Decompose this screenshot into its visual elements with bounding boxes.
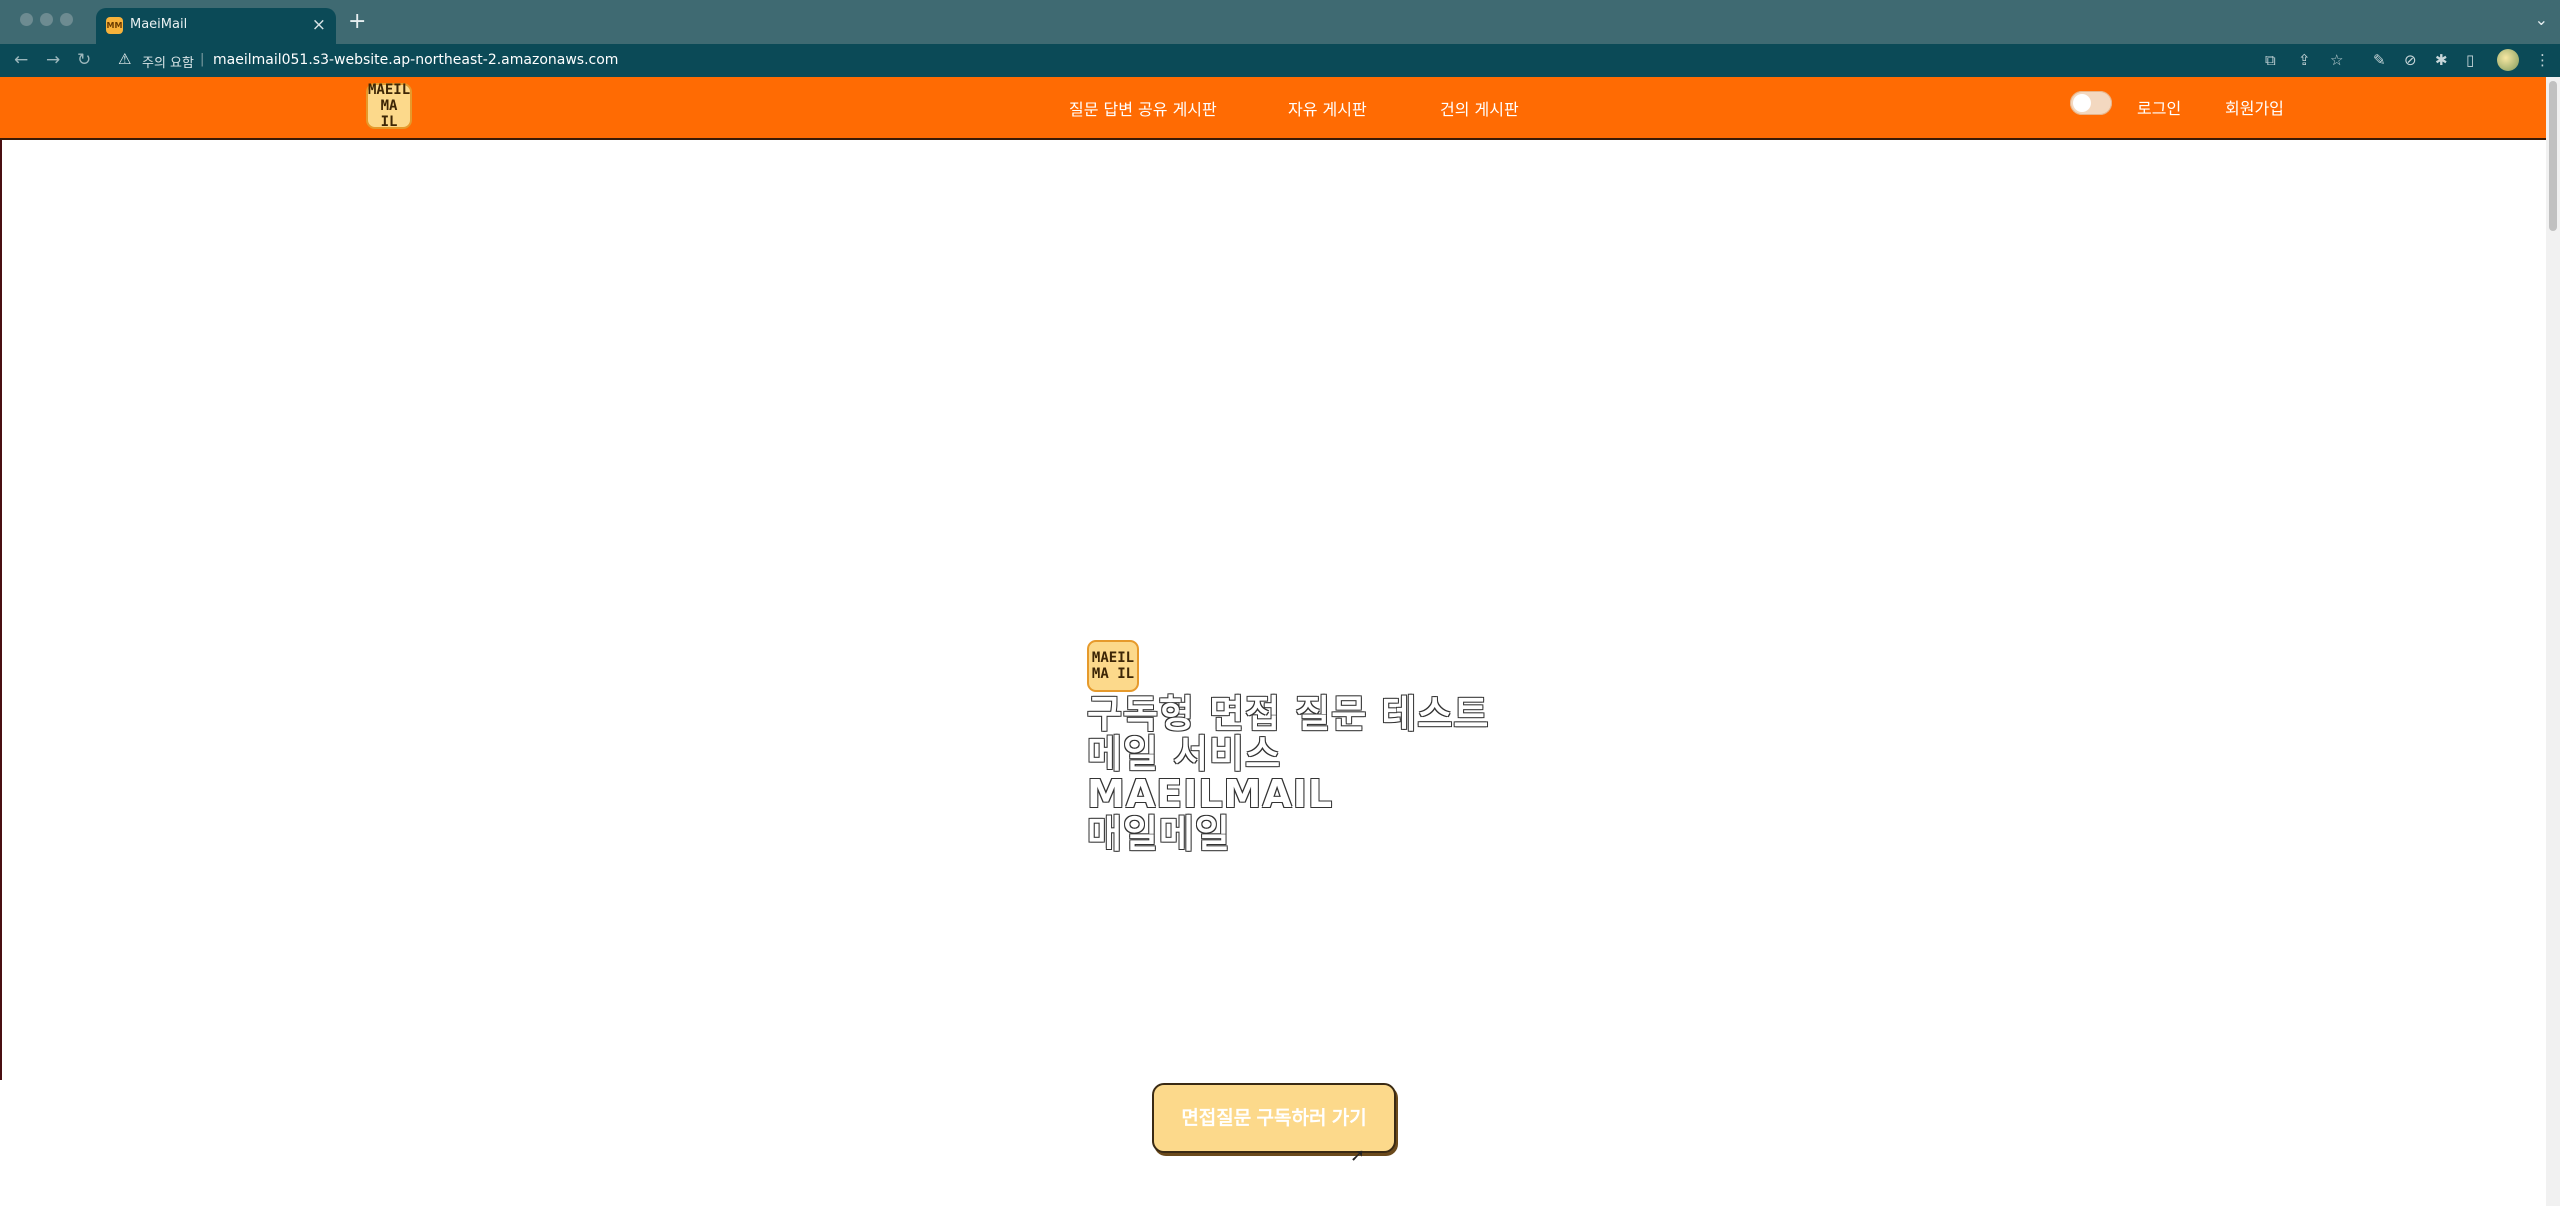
translate-icon[interactable]: ⧉ [2265,51,2276,69]
forward-arrow-icon[interactable]: → [46,50,60,70]
profile-avatar[interactable] [2497,49,2519,71]
warning-icon[interactable]: ⚠ [118,50,131,68]
window-zoom-dot[interactable] [60,13,73,26]
logo-text-top: MAEIL [368,82,411,98]
hero-line: 메일 서비스 [1087,732,1282,776]
theme-toggle[interactable] [2070,91,2112,115]
extensions-puzzle-icon[interactable]: ✱ [2435,51,2448,69]
login-link[interactable]: 로그인 [2137,95,2181,119]
site-logo[interactable]: MAEIL MA IL [366,82,412,130]
page-scrollbar[interactable] [2546,77,2560,1206]
toggle-knob [2073,94,2091,112]
side-panel-icon[interactable]: ▯ [2466,51,2474,69]
window-close-dot[interactable] [20,13,33,26]
share-icon[interactable]: ⇪ [2298,51,2311,69]
nav-suggestion-board[interactable]: 건의 게시판 [1440,96,1519,120]
tab-title: MaeiMail [130,17,188,32]
back-arrow-icon[interactable]: ← [14,50,28,70]
mouse-cursor-icon: ➚ [1350,1145,1366,1166]
scroll-thumb[interactable] [2549,81,2557,231]
hero-line: 구독형 면접 질문 테스트 [1087,692,1490,736]
nav-free-board[interactable]: 자유 게시판 [1288,96,1367,120]
hero-text: 구독형 면접 질문 테스트 메일 서비스 MAEILMAIL 매일메일 [1087,694,1489,854]
hero-line: MAEILMAIL [1087,772,1334,816]
hero-logo-text-bottom: MA IL [1091,666,1135,682]
address-separator: | [200,52,205,67]
extension-compass-icon[interactable]: ⊘ [2404,51,2417,69]
browser-tab[interactable]: MM MaeiMail × [96,8,336,44]
browser-tab-bar: MM MaeiMail × + ⌄ [0,0,2560,44]
close-tab-icon[interactable]: × [312,15,326,35]
left-border [0,140,2,1080]
browser-menu-icon[interactable]: ⋮ [2535,51,2550,69]
hero-logo: MAEIL MA IL [1087,640,1139,692]
address-bar-url[interactable]: maeilmail051.s3-website.ap-northeast-2.a… [213,52,618,68]
security-warning-label[interactable]: 주의 요함 [142,52,194,71]
logo-text-bottom: MA IL [380,98,398,130]
tab-search-chevron-icon[interactable]: ⌄ [2535,10,2548,29]
browser-toolbar: ← → ↻ ⚠ 주의 요함 | maeilmail051.s3-website.… [0,44,2560,77]
bookmark-star-icon[interactable]: ☆ [2330,51,2343,69]
site-header: MAEIL MA IL 질문 답변 공유 게시판 자유 게시판 건의 게시판 로… [0,77,2546,140]
subscribe-button[interactable]: 면접질문 구독하러 가기 [1152,1083,1396,1153]
reload-icon[interactable]: ↻ [77,50,91,70]
signup-link[interactable]: 회원가입 [2225,95,2284,119]
new-tab-icon[interactable]: + [348,9,366,34]
hero-logo-text-top: MAEIL [1091,650,1135,666]
nav-qna-board[interactable]: 질문 답변 공유 게시판 [1069,96,1217,120]
extension-pen-icon[interactable]: ✎ [2373,51,2386,69]
tab-favicon-icon: MM [106,17,123,34]
hero-line: 매일메일 [1087,812,1231,856]
window-minimize-dot[interactable] [40,13,53,26]
